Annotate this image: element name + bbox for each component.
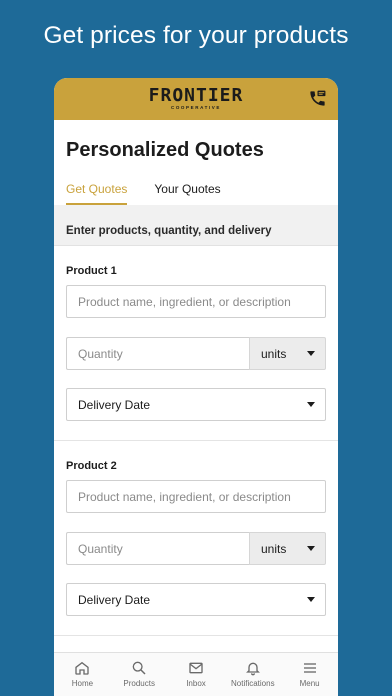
section-divider — [54, 635, 338, 636]
delivery-date-value: Delivery Date — [78, 593, 151, 607]
quote-tabs: Get Quotes Your Quotes — [66, 182, 248, 205]
units-select-value: units — [261, 542, 287, 556]
tab-your-quotes[interactable]: Your Quotes — [154, 182, 220, 205]
product-name-input[interactable]: Product name, ingredient, or description — [66, 285, 326, 318]
units-select[interactable]: units — [249, 532, 326, 565]
product-name-input[interactable]: Product name, ingredient, or description — [66, 480, 326, 513]
tabbar-label: Inbox — [186, 679, 206, 688]
tab-get-quotes[interactable]: Get Quotes — [66, 182, 128, 205]
logo-sub-text: COOPERATIVE — [170, 105, 221, 111]
chevron-down-icon — [307, 597, 315, 602]
tabbar-menu[interactable]: Menu — [281, 653, 338, 696]
instructions-banner: Enter products, quantity, and delivery — [54, 205, 338, 246]
search-icon — [132, 661, 146, 675]
menu-icon — [303, 663, 316, 673]
tabbar-label: Menu — [299, 679, 320, 688]
mail-icon — [189, 662, 203, 674]
tabbar-label: Home — [71, 679, 94, 688]
tabbar-home[interactable]: Home — [54, 653, 111, 696]
tabbar-products[interactable]: Products — [111, 653, 168, 696]
product-label: Product 1 — [66, 265, 117, 277]
promo-headline: Get prices for your products — [43, 22, 349, 49]
chevron-down-icon — [307, 546, 315, 551]
home-icon — [75, 661, 90, 675]
contact-phone-icon[interactable] — [308, 89, 327, 108]
page-title: Personalized Quotes — [66, 139, 264, 161]
delivery-date-select[interactable]: Delivery Date — [66, 583, 326, 616]
app-screen: FRONTIER COOPERATIVE Personalized Quotes… — [54, 78, 338, 696]
app-header: FRONTIER COOPERATIVE — [54, 78, 338, 120]
chevron-down-icon — [307, 402, 315, 407]
tabbar-label: Products — [123, 679, 155, 688]
quantity-input[interactable]: Quantity — [66, 532, 249, 565]
units-select[interactable]: units — [249, 337, 326, 370]
units-select-value: units — [261, 347, 287, 361]
tabbar-label: Notifications — [231, 679, 275, 688]
delivery-date-value: Delivery Date — [78, 398, 151, 412]
logo-main-text: FRONTIER — [148, 85, 244, 107]
delivery-date-select[interactable]: Delivery Date — [66, 388, 326, 421]
frontier-logo: FRONTIER COOPERATIVE — [149, 87, 244, 111]
chevron-down-icon — [307, 351, 315, 356]
section-divider — [54, 440, 338, 441]
tabbar-notifications[interactable]: Notifications — [224, 653, 281, 696]
tabbar-inbox[interactable]: Inbox — [168, 653, 225, 696]
product-label: Product 2 — [66, 460, 117, 472]
quantity-input[interactable]: Quantity — [66, 337, 249, 370]
bottom-tab-bar: Home Products Inbox Notifications Menu — [54, 652, 338, 696]
bell-icon — [245, 662, 260, 676]
